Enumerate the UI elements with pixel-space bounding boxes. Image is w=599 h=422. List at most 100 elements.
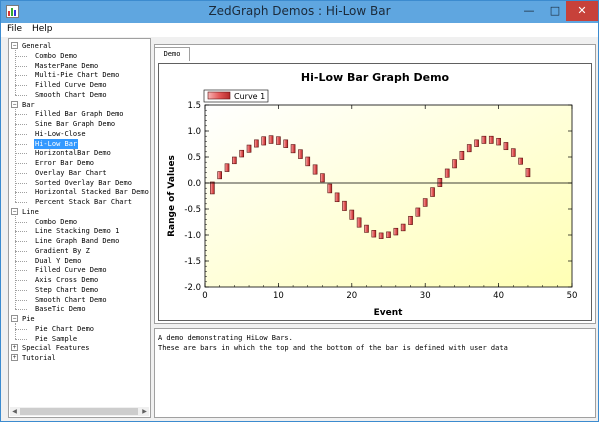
tree-connector	[15, 289, 27, 291]
maximize-button[interactable]: □	[542, 1, 568, 21]
hi-low-bar	[320, 173, 325, 183]
hi-low-bar	[430, 187, 435, 197]
tree-item[interactable]: Error Bar Demo	[9, 158, 150, 168]
collapse-icon[interactable]: −	[11, 207, 18, 215]
tree-item[interactable]: Filled Bar Graph Demo	[9, 109, 150, 119]
tree-item[interactable]: Pie Chart Demo	[9, 324, 150, 334]
hi-low-bar	[327, 183, 333, 194]
y-tick-label: 0.0	[187, 179, 201, 189]
x-tick-label: 40	[493, 291, 504, 301]
tree-connector	[15, 108, 16, 202]
tree-item[interactable]: Hi-Low Bar	[9, 138, 150, 149]
hi-low-bar	[217, 171, 222, 180]
scroll-left-icon[interactable]: ◀	[10, 407, 19, 416]
demo-tree[interactable]: ◀ ▶ − General Combo Demo MasterPane Demo Mul…	[8, 38, 151, 418]
hi-low-bar	[210, 181, 215, 195]
menu-file[interactable]: File	[7, 24, 22, 34]
tree-item[interactable]: Axis Cross Demo	[9, 275, 150, 285]
tree-item-label: Special Features	[22, 344, 90, 353]
hi-low-bar	[334, 192, 340, 203]
tree-item-label: Filled Bar Graph Demo	[35, 110, 124, 119]
tree-horizontal-scrollbar[interactable]: ◀ ▶	[10, 407, 149, 416]
scrollbar-thumb[interactable]	[20, 408, 138, 415]
tree-item[interactable]: Smooth Chart Demo	[9, 90, 150, 100]
tree-group-special-features[interactable]: + Special Features	[9, 343, 150, 353]
legend-label: Curve 1	[234, 92, 265, 101]
tree-item[interactable]: Smooth Chart Demo	[9, 295, 150, 305]
tree-item-label: Pie	[22, 315, 35, 323]
hi-low-bar	[437, 178, 443, 187]
hi-low-bar	[312, 164, 318, 175]
tree-item-label: BaseTic Demo	[35, 305, 86, 314]
hi-low-bar	[254, 139, 259, 148]
tab-demo[interactable]: Demo	[154, 47, 190, 61]
chart-area[interactable]: Hi-Low Bar Graph Demo -2.0 -1.5 -1.0 -0.5 0.…	[158, 63, 592, 321]
app-window: ZedGraph Demos : Hi-Low Bar — □ ✕ File H…	[0, 0, 599, 422]
tree-group-general[interactable]: − General	[9, 41, 150, 51]
hi-low-bar	[474, 139, 479, 147]
tree-item[interactable]: Filled Curve Demo	[9, 265, 150, 275]
tree-item-label: Combo Demo	[35, 217, 78, 226]
tree-item-label: Overlay Bar Chart	[35, 168, 107, 177]
tree-item-label: MasterPane Demo	[35, 61, 99, 70]
tree-item[interactable]: Combo Demo	[9, 217, 150, 227]
hi-low-bar-chart[interactable]: Hi-Low Bar Graph Demo -2.0 -1.5 -1.0 -0.5 0.…	[159, 64, 591, 320]
tree-item[interactable]: Line Graph Band Demo	[9, 236, 150, 246]
plot-background	[204, 104, 573, 288]
tree-item-label: Line Stacking Demo 1	[35, 227, 120, 236]
tree-item[interactable]: Gradient By Z	[9, 246, 150, 256]
hi-low-bar	[415, 207, 421, 217]
tree-item-label: Smooth Chart Demo	[35, 90, 107, 99]
tree-connector	[15, 309, 27, 311]
tree-item[interactable]: Line Stacking Demo 1	[9, 226, 150, 236]
tree-item[interactable]: Sorted Overlay Bar Demo	[9, 178, 150, 188]
tree-item[interactable]: Dual Y Demo	[9, 256, 150, 266]
tree-item[interactable]: Multi-Pie Chart Demo	[9, 70, 150, 80]
tree-item[interactable]: Step Chart Demo	[9, 285, 150, 295]
tree-item-label: Filled Curve Demo	[35, 266, 107, 275]
hi-low-bar	[393, 227, 399, 236]
tree-group-bar[interactable]: − Bar	[9, 100, 150, 110]
x-tick-label: 30	[420, 291, 431, 301]
tree-item[interactable]: MasterPane Demo	[9, 61, 150, 71]
tree-item[interactable]: BaseTic Demo	[9, 304, 150, 314]
tree-connector	[15, 124, 27, 125]
y-tick-label: -1.5	[184, 257, 201, 267]
tree-item-label: Sorted Overlay Bar Demo	[35, 178, 132, 187]
tree-item[interactable]: HorizontalBar Demo	[9, 148, 150, 158]
tree-item[interactable]: Pie Sample	[9, 334, 150, 344]
tree-connector	[15, 172, 27, 174]
title-bar[interactable]: ZedGraph Demos : Hi-Low Bar — □ ✕	[1, 1, 598, 23]
close-button[interactable]: ✕	[566, 1, 598, 21]
minimize-button[interactable]: —	[516, 1, 542, 21]
expand-icon[interactable]: +	[11, 354, 18, 361]
tree-group-tutorial[interactable]: + Tutorial	[9, 353, 150, 363]
tree-connector	[15, 55, 27, 57]
tree-item[interactable]: Hi-Low-Close	[9, 129, 150, 139]
collapse-icon[interactable]: −	[11, 315, 18, 322]
tree-connector	[15, 114, 27, 116]
tree-connector	[15, 250, 27, 252]
tree-item[interactable]: Percent Stack Bar Chart	[9, 197, 150, 207]
tree-item-label: Bar	[22, 100, 35, 109]
tree-item[interactable]: Filled Curve Demo	[9, 80, 150, 90]
menu-help[interactable]: Help	[32, 24, 53, 34]
tree-group-line[interactable]: − Line	[9, 207, 150, 217]
collapse-icon[interactable]: −	[11, 42, 18, 49]
tree-item[interactable]: Combo Demo	[9, 51, 150, 61]
tree-item-label: General	[22, 42, 52, 50]
window-title: ZedGraph Demos : Hi-Low Bar	[208, 4, 391, 18]
expand-icon[interactable]: +	[11, 344, 18, 352]
x-tick-label: 0	[202, 291, 207, 301]
tree-item[interactable]: Sine Bar Graph Demo	[9, 119, 150, 129]
tree-item[interactable]: Horizontal Stacked Bar Demo	[9, 187, 150, 197]
collapse-icon[interactable]: −	[11, 100, 18, 108]
hi-low-bar	[496, 137, 501, 146]
tree-connector	[15, 75, 27, 77]
description-box[interactable]: A demo demonstrating HiLow Bars. These a…	[154, 328, 596, 418]
tree-group-pie[interactable]: − Pie	[9, 314, 150, 324]
tree-connector	[15, 280, 27, 281]
tree-item[interactable]: Overlay Bar Chart	[9, 168, 150, 178]
hi-low-bar	[481, 135, 487, 144]
scroll-right-icon[interactable]: ▶	[140, 407, 149, 416]
